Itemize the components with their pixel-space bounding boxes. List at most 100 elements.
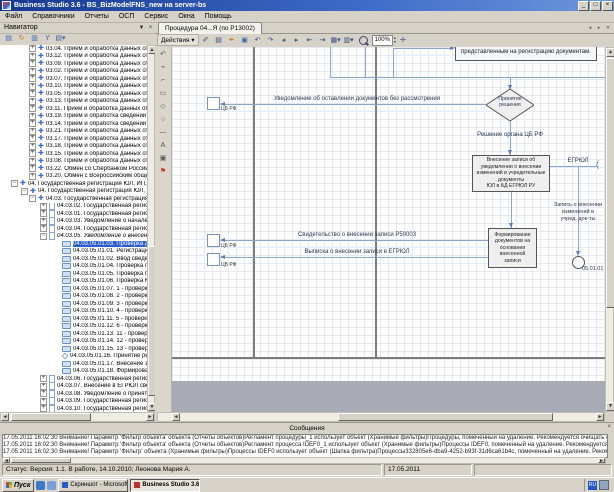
- expander-icon[interactable]: +: [29, 83, 36, 90]
- tree-item-label[interactable]: 04.03.02. Государственная регистр: [57, 203, 147, 209]
- tree-item[interactable]: 04.03.05.01.05. Проверка пере: [0, 270, 147, 278]
- tree-item[interactable]: +04.03.08. Уведомление о принятии: [0, 390, 147, 398]
- tree-item[interactable]: +✚03.22. Обмен со Сбербанком России: [0, 165, 147, 173]
- actions-button[interactable]: Действия ▾: [157, 34, 199, 46]
- log-line[interactable]: 17.05.2011 16:02:30 Внимание! Параметр '…: [3, 449, 607, 456]
- tree-item[interactable]: +04.03.02. Государственная регистр: [0, 203, 147, 211]
- close-icon[interactable]: ×: [146, 25, 155, 31]
- tree-item-label[interactable]: 04.03.05.01.04. Проверка прав: [73, 263, 147, 269]
- tree-item[interactable]: +✚03.11. Прием и обработка данных от к: [0, 105, 147, 113]
- expander-icon[interactable]: −: [29, 195, 36, 202]
- cb-rf-document-2[interactable]: [207, 234, 220, 247]
- zoom-icon[interactable]: [359, 36, 368, 45]
- expander-icon[interactable]: +: [40, 218, 47, 225]
- cb-rf-document-1[interactable]: [207, 97, 220, 110]
- expander-icon[interactable]: +: [29, 75, 36, 82]
- tree-item[interactable]: 04.03.05.01.09. 3 - проверка на: [0, 300, 147, 308]
- expander-icon[interactable]: +: [40, 398, 47, 405]
- filter-icon[interactable]: Y: [42, 34, 53, 44]
- expander-icon[interactable]: +: [40, 390, 47, 397]
- tree-item[interactable]: 04.03.05.01.14. 12 - проверка д: [0, 338, 147, 346]
- tree-item-label[interactable]: 03.22. Обмен со Сбербанком России: [46, 166, 147, 172]
- tree-item-label[interactable]: 03.19. Прием и обработка сведений от: [46, 113, 147, 119]
- expander-icon[interactable]: +: [29, 113, 36, 120]
- close-button[interactable]: ×: [602, 1, 613, 11]
- expander-icon[interactable]: +: [29, 90, 36, 97]
- tree-item-label[interactable]: 03.11. Прием и обработка данных от к: [46, 106, 147, 112]
- expander-icon[interactable]: +: [40, 383, 47, 390]
- expander-icon[interactable]: −: [21, 188, 28, 195]
- tree-item-label[interactable]: 03.17. Прием и обработка данных от Р: [46, 136, 147, 142]
- tree-vscrollbar[interactable]: ▲ ▼: [147, 45, 155, 412]
- tree-item-label[interactable]: 03.04. Прием и обработка данных от Г: [46, 46, 147, 52]
- canvas-hscrollbar[interactable]: ◄ ►: [157, 412, 605, 422]
- tree-item[interactable]: +04.03.01. Государственная регистр: [0, 210, 147, 218]
- messages-close-icon[interactable]: ×: [607, 424, 611, 430]
- tree-item[interactable]: +✚03.18. Прием и обработка данных от Г: [0, 143, 147, 151]
- tree-item[interactable]: 04.03.05.01.06. Проверка ЮЛ п: [0, 278, 147, 286]
- form-documents-box[interactable]: Формирование документов на основании вне…: [488, 228, 537, 268]
- expander-icon[interactable]: +: [40, 375, 47, 382]
- select-tool-icon[interactable]: ↶: [157, 49, 170, 61]
- zoom-spinner[interactable]: ▴▾: [394, 36, 396, 44]
- tree-item[interactable]: 04.03.05.01.08. 2 - проверка на: [0, 293, 147, 301]
- fit-page-icon[interactable]: ✛: [397, 35, 409, 46]
- tree-item[interactable]: 04.03.05.01.18. Формирование: [0, 368, 147, 376]
- line-tool-icon[interactable]: —: [157, 127, 170, 139]
- document-tool-icon[interactable]: ▣: [157, 153, 170, 165]
- tree-item-label[interactable]: 04.03.06. Государственная регистр: [57, 376, 147, 382]
- tree-item[interactable]: +✚03.02. Прием и обработка данных от Ф: [0, 68, 147, 76]
- tree-item[interactable]: +✚03.13. Прием и обработка данных от н: [0, 98, 147, 106]
- record-label[interactable]: Запись о внесении изменений в учред. док…: [548, 202, 605, 223]
- menu-окна[interactable]: Окна: [173, 11, 199, 22]
- expander-icon[interactable]: +: [29, 60, 36, 67]
- tree-item[interactable]: 04.03.05.01.10. 4 - проверка на: [0, 308, 147, 316]
- language-indicator[interactable]: RU: [588, 481, 597, 490]
- cb-rf-document-3[interactable]: [207, 253, 220, 266]
- tree-item[interactable]: 04.03.05.01.17. Внесение запи: [0, 360, 147, 368]
- tree-item[interactable]: +✚03.17. Прием и обработка данных от Р: [0, 135, 147, 143]
- tree-item-label[interactable]: 04.03.05.01.05. Проверка пере: [73, 271, 147, 277]
- egrul-label[interactable]: ЕГРЮЛ: [558, 158, 598, 164]
- tree-item-label[interactable]: 03.07. Прием и обработка данных от С: [46, 76, 147, 82]
- marker-tool-icon[interactable]: ⚑: [157, 166, 170, 178]
- prev-icon[interactable]: ◂: [278, 35, 290, 46]
- tree-item-label[interactable]: 04.03.05.01.02. Ввод сведений: [73, 256, 147, 262]
- tree-item-label[interactable]: 04.03.10. Государственная регистр: [57, 406, 147, 412]
- vypiska-label[interactable]: Выписка о внесении записи в ЕГРЮЛ: [232, 249, 482, 255]
- tree-item[interactable]: +04.03.10. Государственная регистр: [0, 405, 147, 412]
- annotation-box[interactable]: представленным на регистрацию документам…: [455, 47, 597, 61]
- start-button[interactable]: Пуск: [2, 479, 34, 492]
- tree-item[interactable]: +✚03.04. Прием и обработка данных от Г: [0, 45, 147, 53]
- tree-item-label[interactable]: 04.03.05.01.10. 4 - проверка на: [73, 308, 147, 314]
- tree-item-label[interactable]: 04. Государственная регистрация ЮЛ, ИП, …: [28, 181, 147, 187]
- tree-item[interactable]: +✚03.09. Прием и обработка данных от Р: [0, 60, 147, 68]
- tree-item-label[interactable]: 03.20. Обмен с Всероссийским общес: [46, 173, 147, 179]
- quick-launch-icon-2[interactable]: [47, 481, 56, 490]
- menu-файл[interactable]: Файл: [0, 11, 27, 22]
- tree-item-label[interactable]: 03.18. Прием и обработка данных от Г: [46, 143, 147, 149]
- tree-hscroll-thumb[interactable]: [11, 413, 91, 421]
- tree-item-label[interactable]: 04.03.05.01.09. 3 - проверка на: [73, 301, 147, 307]
- tree-item[interactable]: +✚03.20. Обмен с Всероссийским общес: [0, 173, 147, 181]
- tree-item-label[interactable]: 04.03.01. Государственная регистр: [57, 211, 147, 217]
- tree-item[interactable]: +✚03.14. Прием и обработка сведений от: [0, 120, 147, 128]
- expander-icon[interactable]: +: [29, 128, 36, 135]
- tree-item[interactable]: −✚04.03. Государственная регистрация Н: [0, 195, 147, 203]
- rectangle-tool-icon[interactable]: ▭: [157, 88, 170, 100]
- tree-item[interactable]: 04.03.05.01.16. Принятие реше: [0, 353, 147, 361]
- tree-item-label[interactable]: 04.03.05.01.15. 13 - проверка ч: [73, 346, 147, 352]
- tree-item[interactable]: 04.03.05.01.12. 6 - проверка на: [0, 323, 147, 331]
- certificate-label[interactable]: Свидетельство о внесении записи Р50003: [232, 232, 482, 238]
- expander-icon[interactable]: +: [40, 210, 47, 217]
- tree-item[interactable]: −✚04. Государственная регистрация ЮЛ, ИП…: [0, 180, 147, 188]
- tree-item-label[interactable]: 03.10. Прием и обработка данных от С: [46, 83, 147, 89]
- expander-icon[interactable]: +: [29, 45, 36, 52]
- format-brush-icon[interactable]: ✒: [226, 35, 238, 46]
- tab-scroll-left-icon[interactable]: ◂: [586, 24, 594, 32]
- fill-color-icon[interactable]: ▦▾: [330, 35, 342, 46]
- tree-item-label[interactable]: 04.03.05.01.18. Формирование: [73, 368, 147, 374]
- text-tool-icon[interactable]: A: [157, 140, 170, 152]
- tree-item-label[interactable]: 04.03.03. Уведомление о начале п: [57, 218, 147, 224]
- tree-item[interactable]: +04.03.04. Государственная регистр: [0, 225, 147, 233]
